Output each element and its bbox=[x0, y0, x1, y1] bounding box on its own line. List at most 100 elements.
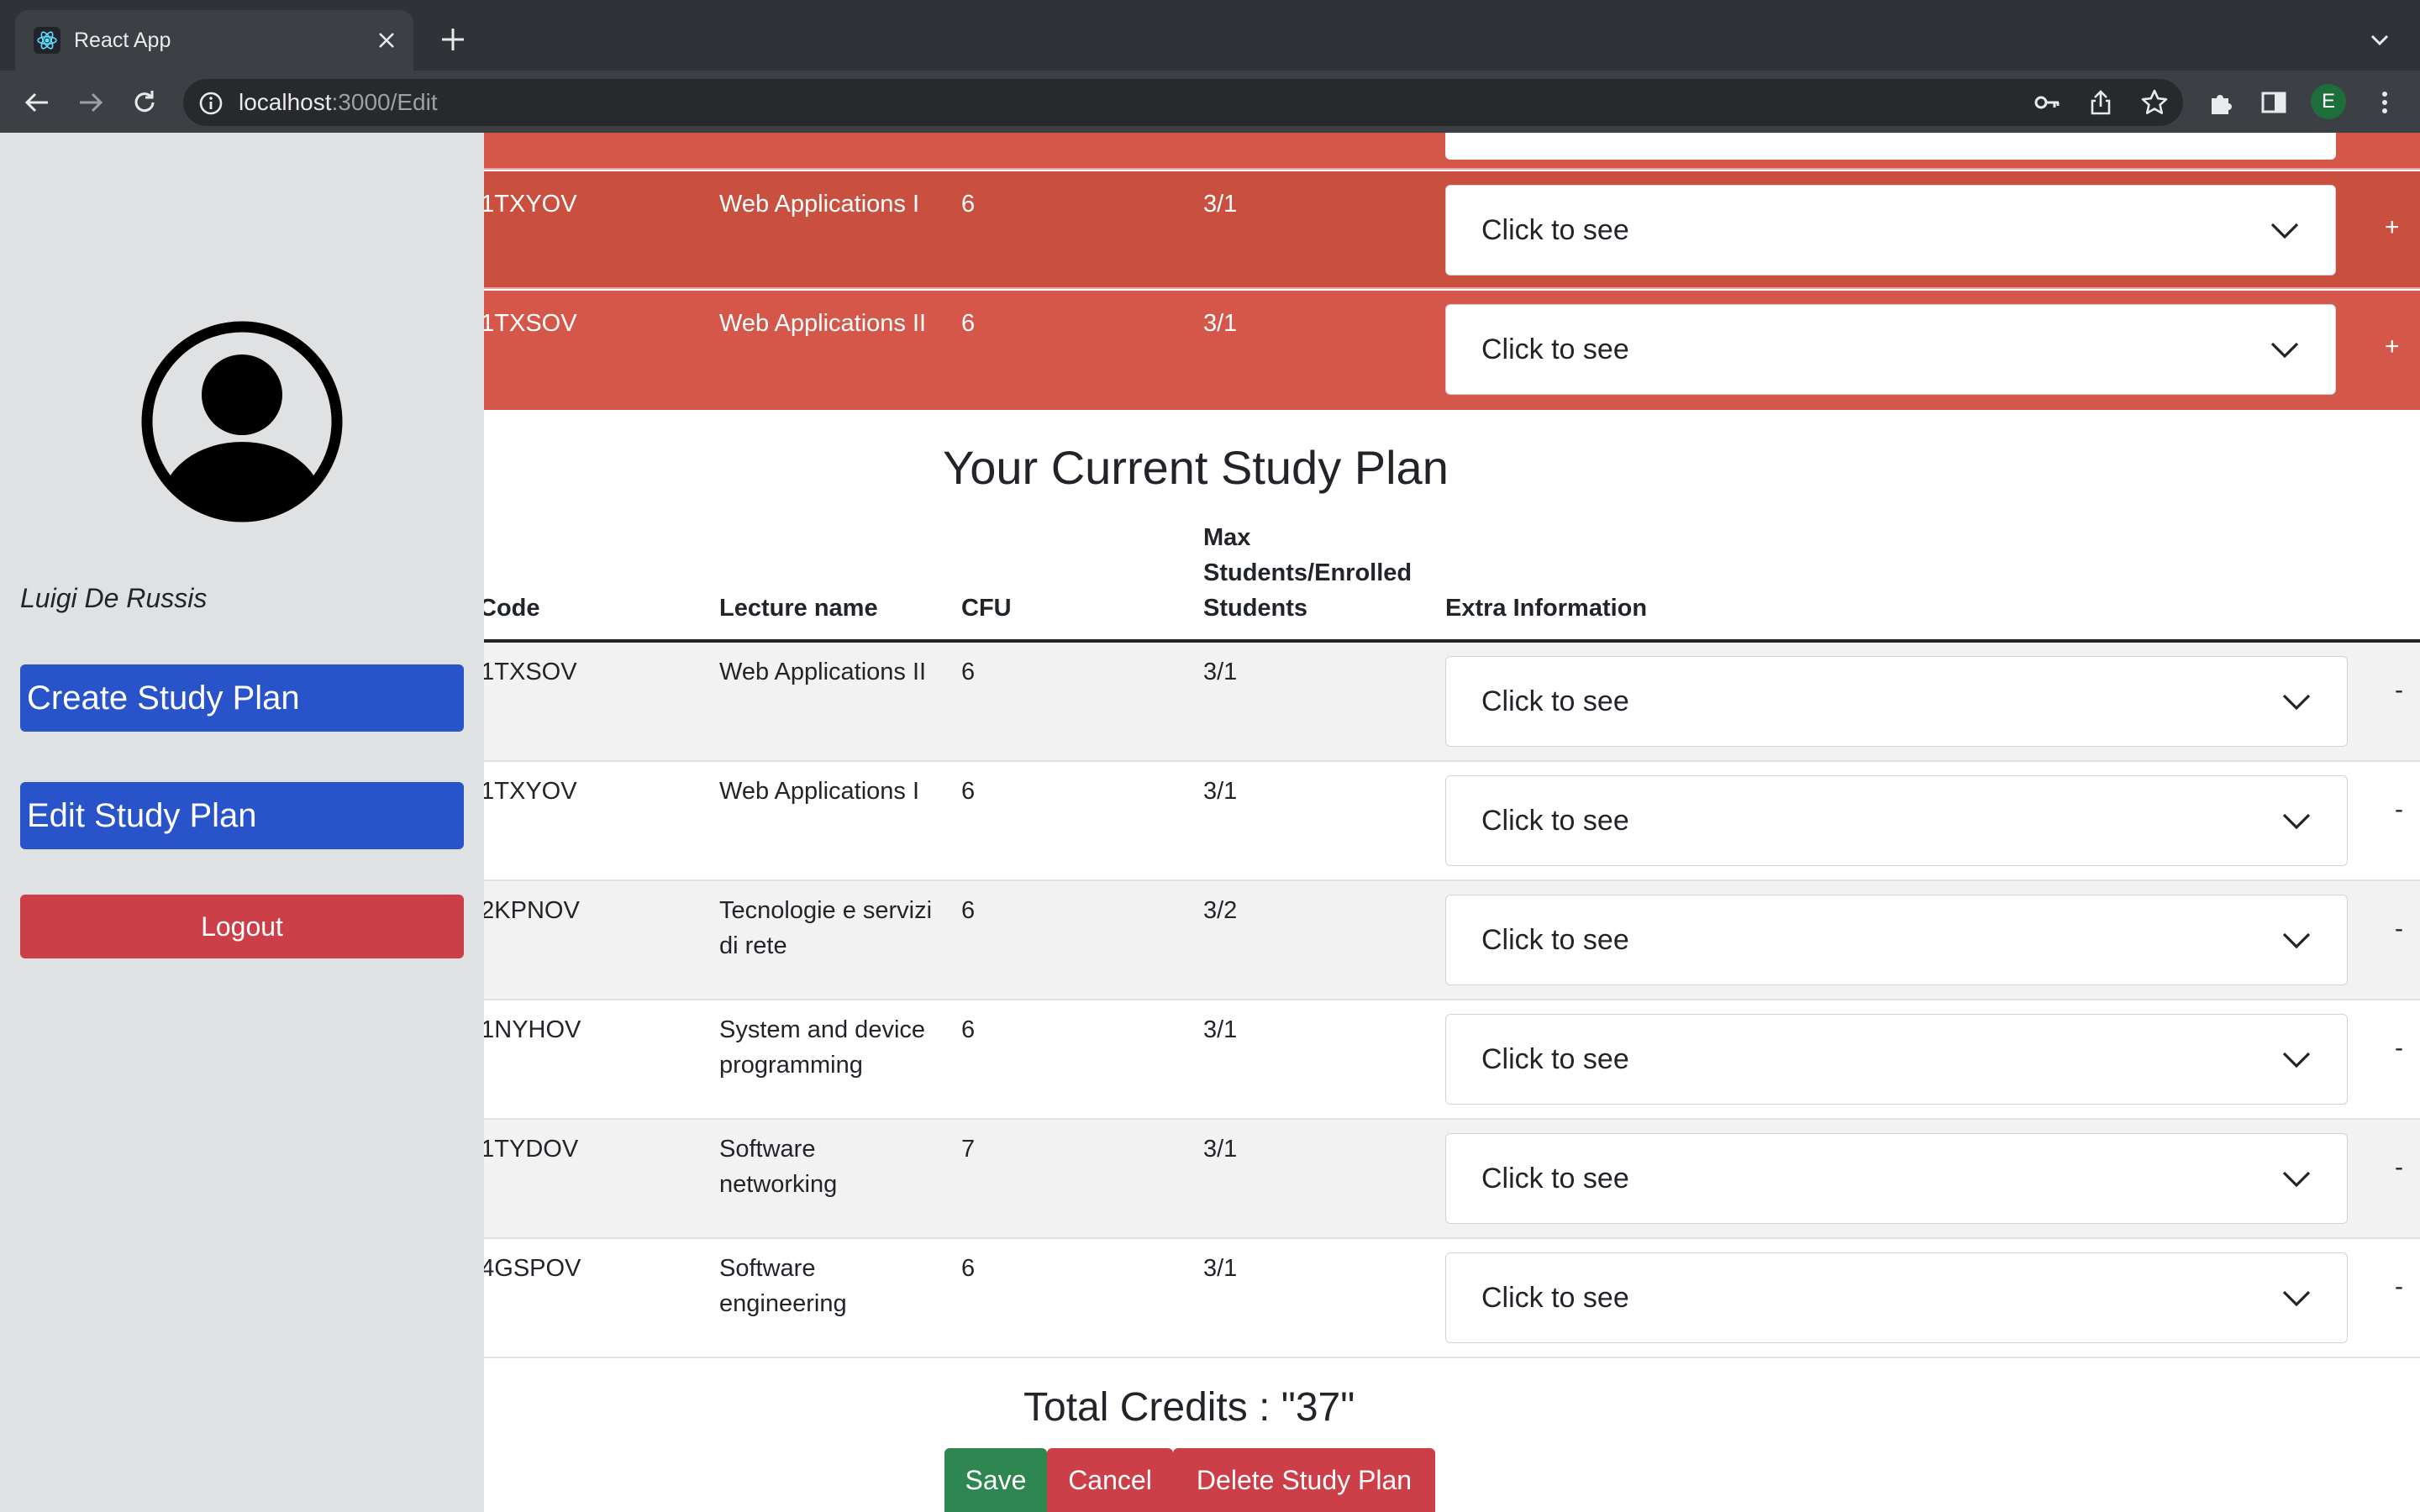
course-code: 04GSPOV bbox=[484, 1255, 581, 1282]
select-value: Click to see bbox=[1481, 924, 1629, 956]
user-name: Luigi De Russis bbox=[20, 583, 208, 613]
remove-course-button[interactable]: - bbox=[2395, 797, 2403, 822]
chevron-down-icon bbox=[2281, 1285, 2312, 1310]
react-logo-icon bbox=[34, 27, 60, 54]
course-students: 3/1 bbox=[1203, 191, 1238, 218]
side-panel-icon[interactable] bbox=[2259, 87, 2289, 118]
user-avatar-icon bbox=[136, 316, 348, 528]
course-students: 3/2 bbox=[1203, 897, 1238, 924]
extra-info-select[interactable]: Click to see bbox=[1445, 185, 2336, 276]
course-code: 01TXSOV bbox=[484, 310, 577, 337]
main-content: 01TXYOV Web Applications I 6 3/1 Click t… bbox=[484, 133, 2420, 1512]
course-cfu: 6 bbox=[961, 1255, 976, 1282]
create-study-plan-button[interactable]: Create Study Plan bbox=[20, 664, 464, 732]
extra-info-select[interactable]: Click to see bbox=[1445, 1014, 2348, 1105]
edit-study-plan-button[interactable]: Edit Study Plan bbox=[20, 782, 464, 849]
remove-course-button[interactable]: - bbox=[2395, 678, 2403, 703]
remove-course-button[interactable]: - bbox=[2395, 1036, 2403, 1061]
browser-tab[interactable]: React App bbox=[15, 10, 413, 71]
share-icon[interactable] bbox=[2086, 87, 2116, 118]
remove-course-button[interactable]: - bbox=[2395, 1155, 2403, 1180]
course-name-line: engineering bbox=[719, 1290, 847, 1317]
course-name-line: programming bbox=[719, 1052, 863, 1079]
course-name-line: Web Applications I bbox=[719, 778, 920, 805]
chevron-down-icon bbox=[2281, 1166, 2312, 1191]
table-row: 04GSPOV Software engineering 6 3/1 Click … bbox=[484, 1239, 2420, 1358]
chevron-down-icon bbox=[2281, 927, 2312, 953]
select-value: Click to see bbox=[1481, 685, 1629, 717]
course-students: 3/1 bbox=[1203, 1136, 1238, 1163]
browser-tab-strip: React App bbox=[0, 0, 2420, 71]
tab-title: React App bbox=[74, 29, 171, 52]
header-line: Students bbox=[1203, 595, 1308, 622]
course-cfu: 6 bbox=[961, 897, 976, 924]
course-cfu: 6 bbox=[961, 659, 976, 685]
extra-info-select[interactable]: Click to see bbox=[1445, 895, 2348, 985]
url-path: :3000/Edit bbox=[331, 89, 438, 115]
key-icon[interactable] bbox=[2032, 87, 2062, 118]
back-arrow-icon[interactable] bbox=[20, 86, 54, 119]
course-name-line: networking bbox=[719, 1171, 838, 1198]
close-tab-icon[interactable] bbox=[373, 27, 400, 54]
chevron-down-icon[interactable] bbox=[2366, 27, 2393, 54]
select-value: Click to see bbox=[1481, 333, 1629, 365]
course-name: Web Applications II bbox=[719, 310, 927, 337]
extra-info-select[interactable]: Click to see bbox=[1445, 1133, 2348, 1224]
delete-study-plan-button[interactable]: Delete Study Plan bbox=[1173, 1448, 1435, 1512]
add-course-button[interactable]: + bbox=[2385, 334, 2400, 360]
course-code: 01NYHOV bbox=[484, 1016, 581, 1043]
course-name-line: Software bbox=[719, 1136, 816, 1163]
extra-info-select[interactable]: Click to see bbox=[1445, 1252, 2348, 1343]
save-button[interactable]: Save bbox=[944, 1448, 1047, 1512]
select-value: Click to see bbox=[1481, 1163, 1629, 1194]
course-name: System and device programming bbox=[719, 1012, 925, 1083]
column-header-extra-information: Extra Information bbox=[1445, 595, 1648, 622]
chevron-down-icon bbox=[2281, 1047, 2312, 1072]
bookmark-star-icon[interactable] bbox=[2139, 87, 2170, 118]
course-students: 3/1 bbox=[1203, 1016, 1238, 1043]
column-header-lecture-name: Lecture name bbox=[719, 595, 878, 622]
course-code: 02KPNOV bbox=[484, 897, 580, 924]
course-cfu: 6 bbox=[961, 1016, 976, 1043]
extra-info-select[interactable] bbox=[1445, 133, 2336, 160]
select-value: Click to see bbox=[1481, 214, 1629, 246]
course-name: Tecnologie e servizi di rete bbox=[719, 893, 932, 963]
sidebar: Luigi De Russis Create Study Plan Edit S… bbox=[0, 133, 484, 1512]
course-name: Software engineering bbox=[719, 1251, 847, 1321]
course-cfu: 7 bbox=[961, 1136, 976, 1163]
extra-info-select[interactable]: Click to see bbox=[1445, 656, 2348, 747]
add-course-button[interactable]: + bbox=[2385, 215, 2400, 240]
info-icon[interactable] bbox=[197, 89, 225, 118]
url-text: localhost:3000/Edit bbox=[239, 87, 438, 118]
extra-info-select[interactable]: Click to see bbox=[1445, 304, 2336, 395]
table-row: 01TYDOV Software networking 7 3/1 Click t… bbox=[484, 1120, 2420, 1239]
logout-button[interactable]: Logout bbox=[20, 895, 464, 958]
study-plan-title: Your Current Study Plan bbox=[943, 441, 1449, 494]
kebab-menu-icon[interactable] bbox=[2370, 87, 2400, 118]
extensions-puzzle-icon[interactable] bbox=[2207, 87, 2237, 118]
header-line: Max bbox=[1203, 524, 1251, 551]
select-value: Click to see bbox=[1481, 1282, 1629, 1314]
course-students: 3/1 bbox=[1203, 1255, 1238, 1282]
reload-icon[interactable] bbox=[128, 86, 161, 119]
offered-course-row: 01TXYOV Web Applications I 6 3/1 Click t… bbox=[484, 171, 2420, 289]
address-bar[interactable] bbox=[183, 79, 2183, 126]
course-students: 3/1 bbox=[1203, 659, 1238, 685]
cancel-button[interactable]: Cancel bbox=[1047, 1448, 1173, 1512]
course-code: 01TXYOV bbox=[484, 778, 577, 805]
column-header-cfu: CFU bbox=[961, 595, 1012, 622]
chevron-down-icon bbox=[2281, 808, 2312, 833]
new-tab-icon[interactable] bbox=[437, 24, 469, 55]
table-row: 01TXYOV Web Applications I 6 3/1 Click t… bbox=[484, 762, 2420, 881]
course-code: 01TXSOV bbox=[484, 659, 577, 685]
remove-course-button[interactable]: - bbox=[2395, 916, 2403, 942]
course-cfu: 6 bbox=[961, 778, 976, 805]
forward-arrow-icon[interactable] bbox=[74, 86, 108, 119]
course-name: Software networking bbox=[719, 1131, 837, 1202]
remove-course-button[interactable]: - bbox=[2395, 1274, 2403, 1299]
url-host: localhost bbox=[239, 89, 332, 115]
extra-info-select[interactable]: Click to see bbox=[1445, 775, 2348, 866]
table-row: 01TXSOV Web Applications II 6 3/1 Click … bbox=[484, 643, 2420, 762]
course-name-line: Tecnologie e servizi bbox=[719, 897, 933, 924]
profile-avatar[interactable]: E bbox=[2311, 84, 2346, 119]
